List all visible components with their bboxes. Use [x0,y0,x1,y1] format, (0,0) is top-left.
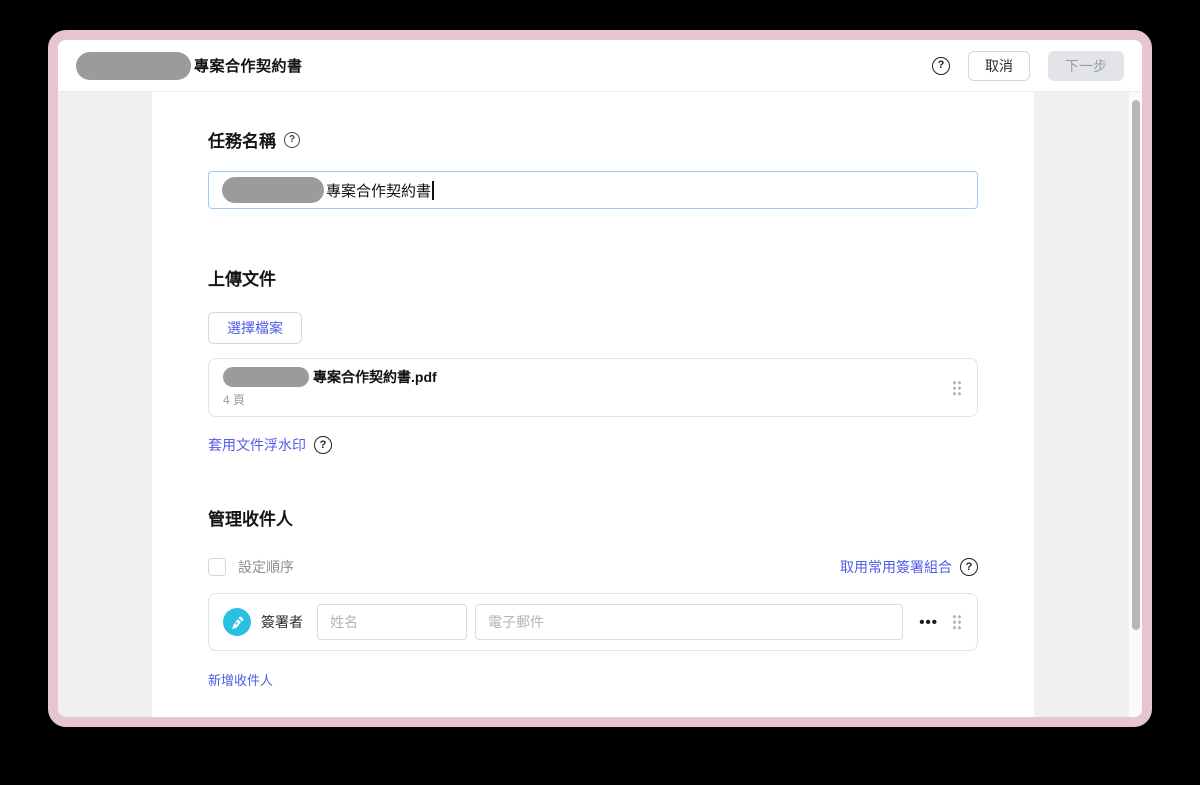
task-name-heading: 任務名稱 ? [208,127,978,152]
watermark-help-icon[interactable]: ? [314,436,332,454]
preset-combo-row: 取用常用簽署組合 ? [840,557,978,577]
set-order-row: 設定順序 取用常用簽署組合 ? [208,557,978,577]
cancel-button[interactable]: 取消 [968,50,1030,81]
next-step-button[interactable]: 下一步 [1048,50,1124,81]
file-name: 專案合作契約書.pdf [313,369,437,385]
set-order-checkbox[interactable] [208,558,226,576]
task-name-help-icon[interactable]: ? [284,131,300,148]
upload-heading: 上傳文件 [208,265,978,290]
task-name-input[interactable]: 專案合作契約書 [208,171,978,209]
top-bar-actions: ? 取消 下一步 [932,50,1124,81]
drag-handle-icon[interactable] [952,379,963,396]
text-caret [432,180,434,200]
form-column: 任務名稱 ? 專案合作契約書 上傳文件 選擇檔案 專案合作契約書.pdf 4 頁… [152,92,1034,717]
redacted-file-prefix [223,367,309,387]
recipient-name-input[interactable] [317,604,467,640]
upload-heading-label: 上傳文件 [208,270,276,289]
apply-watermark-link[interactable]: 套用文件浮水印 [208,435,306,455]
top-bar: 專案合作契約書 ? 取消 下一步 [58,40,1142,92]
recipient-email-input[interactable] [475,604,904,640]
preset-combo-help-icon[interactable]: ? [960,558,978,576]
uploaded-file-card[interactable]: 專案合作契約書.pdf 4 頁 [208,358,978,417]
recipients-heading-label: 管理收件人 [208,510,293,529]
set-order-label: 設定順序 [238,559,294,575]
watermark-row: 套用文件浮水印 ? [208,435,978,455]
window-title: 專案合作契約書 [194,58,303,75]
file-info: 專案合作契約書.pdf 4 頁 [223,367,952,408]
recipient-drag-handle-icon[interactable] [952,614,963,630]
redacted-input-prefix [222,177,324,203]
app-window: 專案合作契約書 ? 取消 下一步 任務名稱 ? 專案合作契約書 上傳文件 選擇檔… [48,30,1152,727]
help-icon[interactable]: ? [932,56,950,75]
scrollbar-thumb[interactable] [1131,100,1140,630]
recipient-row: 簽署者 ••• [208,593,978,651]
task-name-value: 專案合作契約書 [326,182,432,200]
choose-file-button[interactable]: 選擇檔案 [208,312,302,344]
signer-pen-icon [223,608,251,636]
recipient-role-label: 簽署者 [261,614,303,630]
task-name-heading-label: 任務名稱 [208,132,276,151]
scrollbar-track [1129,92,1142,717]
add-recipient-link[interactable]: 新增收件人 [208,670,273,689]
recipients-heading: 管理收件人 [208,505,978,530]
redacted-title-prefix [76,51,191,80]
file-page-count: 4 頁 [223,393,246,407]
content-area: 任務名稱 ? 專案合作契約書 上傳文件 選擇檔案 專案合作契約書.pdf 4 頁… [58,92,1142,717]
use-preset-combo-link[interactable]: 取用常用簽署組合 [840,557,952,577]
more-options-button[interactable]: ••• [917,611,940,634]
